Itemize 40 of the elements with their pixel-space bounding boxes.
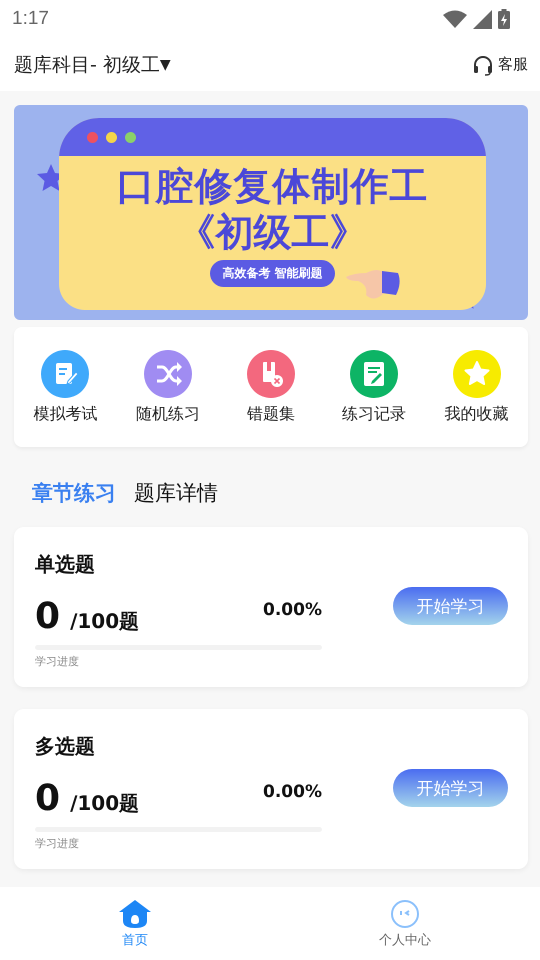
card-title: 多选题 [35,733,96,760]
done-count: 0 [35,778,60,819]
shortcut-label[interactable]: 错题集 [246,404,295,424]
section-tab[interactable]: 题库详情 [134,479,218,507]
record-shortcut-icon[interactable] [350,350,398,398]
progress-label: 学习进度 [35,654,80,669]
service-link[interactable]: 客服 [498,55,528,74]
nav-item[interactable]: 个人中心 [379,930,431,948]
wrong-shortcut-icon[interactable] [246,350,295,398]
section-tab[interactable]: 章节练习 [32,479,116,507]
profile-icon [390,898,420,928]
status-time: 1:17 [12,8,49,30]
window-dot [87,132,98,142]
subject-title[interactable]: 题库科目- 初级工 [14,52,160,78]
nav-item[interactable]: 首页 [122,930,148,948]
percent-text: 0.00% [263,600,322,620]
dropdown-caret[interactable]: ▼ [160,56,171,72]
shuffle-shortcut-icon[interactable] [144,350,192,398]
progress-label: 学习进度 [35,836,80,851]
shortcut-label[interactable]: 随机练习 [136,404,200,424]
total-count: /100题 [70,790,140,817]
done-count: 0 [35,596,60,637]
banner-tagline: 高效备考 智能刷题 [210,260,335,287]
shortcut-label[interactable]: 模拟考试 [33,404,98,424]
percent-text: 0.00% [263,782,322,802]
wifi-icon [443,10,467,28]
card-title: 单选题 [35,551,96,578]
battery-icon [498,9,510,29]
promo-banner[interactable]: 口腔修复体制作工 《初级工》 高效备考 智能刷题 [14,105,528,320]
total-count: /100题 [70,608,140,635]
shortcut-label[interactable]: 我的收藏 [444,404,509,424]
window-dot [125,132,136,142]
banner-title: 口腔修复体制作工 [116,164,428,208]
signal-icon [473,10,492,28]
window-dot [106,132,117,142]
headset-icon[interactable] [472,54,494,76]
home-icon [118,898,152,928]
shortcut-label[interactable]: 练习记录 [342,404,406,424]
exam-shortcut-icon[interactable] [41,350,90,398]
banner-subtitle: 《初级工》 [178,209,368,256]
